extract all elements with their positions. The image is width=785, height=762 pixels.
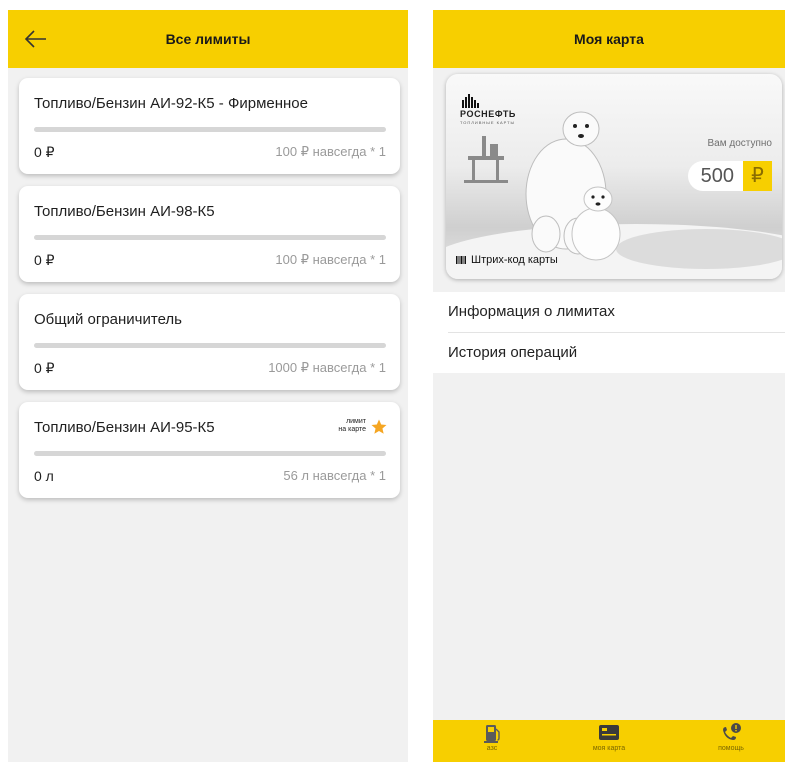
nav-item-my-card[interactable]: моя карта xyxy=(564,722,654,752)
card-icon xyxy=(599,725,619,740)
card-menu: Информация о лимитах История операций xyxy=(433,292,785,373)
rosneft-logo-icon xyxy=(462,94,479,108)
nav-label: моя карта xyxy=(592,745,626,752)
back-arrow-icon[interactable] xyxy=(22,25,50,53)
badge-line-1: лимит xyxy=(346,418,366,425)
page-title: Все лимиты xyxy=(165,31,251,47)
brand-subtitle: ТОПЛИВНЫЕ КАРТЫ xyxy=(460,120,516,125)
limit-card[interactable]: Топливо/Бензин АИ-98-К5 0 ₽ 100 ₽ навсег… xyxy=(19,186,400,282)
limit-used: 0 ₽ xyxy=(34,144,55,160)
bottom-navigation: азс моя карта помощь xyxy=(433,720,785,762)
balance-amount: 500 xyxy=(687,161,743,191)
limit-name: Топливо/Бензин АИ-95-К5 xyxy=(34,419,215,436)
limit-used: 0 л xyxy=(34,468,54,484)
nav-label: азс xyxy=(486,745,498,752)
limit-card[interactable]: Топливо/Бензин АИ-95-К5 лимит на карте 0… xyxy=(19,402,400,498)
limit-name: Топливо/Бензин АИ-98-К5 xyxy=(34,203,215,220)
my-card-screen: Моя карта РОСНЕФТЬ ТОПЛИВНЫЕ КАРТЫ Вам д… xyxy=(433,10,785,762)
limit-progress-bar xyxy=(34,127,386,132)
limit-name: Топливо/Бензин АИ-92-К5 - Фирменное xyxy=(34,95,308,112)
barcode-button[interactable]: Штрих-код карты xyxy=(456,254,558,266)
brand-name: РОСНЕФТЬ xyxy=(460,109,516,119)
top-app-bar: Моя карта xyxy=(433,10,785,68)
limit-total: 100 ₽ навсегда * 1 xyxy=(275,252,386,267)
limit-used: 0 ₽ xyxy=(34,252,55,268)
limit-total: 100 ₽ навсегда * 1 xyxy=(275,144,386,159)
top-app-bar: Все лимиты xyxy=(8,10,408,68)
limit-total: 1000 ₽ навсегда * 1 xyxy=(268,360,386,375)
limit-used: 0 ₽ xyxy=(34,360,55,376)
limit-card[interactable]: Общий ограничитель 0 ₽ 1000 ₽ навсегда *… xyxy=(19,294,400,390)
limit-total: 56 л навсегда * 1 xyxy=(283,468,386,483)
fuel-card[interactable]: РОСНЕФТЬ ТОПЛИВНЫЕ КАРТЫ Вам доступно 50… xyxy=(446,74,782,279)
menu-item-limits-info[interactable]: Информация о лимитах xyxy=(433,292,785,332)
nav-label: помощь xyxy=(718,745,744,752)
limit-progress-bar xyxy=(34,235,386,240)
limit-progress-bar xyxy=(34,451,386,456)
star-icon xyxy=(371,419,387,434)
page-title: Моя карта xyxy=(574,31,644,47)
all-limits-screen: Все лимиты Топливо/Бензин АИ-92-К5 - Фир… xyxy=(8,10,408,762)
limit-progress-bar xyxy=(34,343,386,348)
available-label: Вам доступно xyxy=(707,138,772,149)
balance-box: 500 ₽ xyxy=(687,161,772,191)
nav-item-gas-stations[interactable]: азс xyxy=(447,722,537,752)
card-limit-badge: лимит на карте xyxy=(338,418,366,434)
currency-symbol: ₽ xyxy=(743,161,772,191)
limit-card[interactable]: Топливо/Бензин АИ-92-К5 - Фирменное 0 ₽ … xyxy=(19,78,400,174)
barcode-icon xyxy=(456,256,466,264)
barcode-label: Штрих-код карты xyxy=(471,254,558,266)
badge-line-2: на карте xyxy=(338,426,366,433)
fuel-pump-icon xyxy=(484,725,500,743)
menu-item-operations-history[interactable]: История операций xyxy=(433,333,785,373)
limit-name: Общий ограничитель xyxy=(34,311,182,328)
phone-help-icon xyxy=(723,723,741,740)
nav-item-help[interactable]: помощь xyxy=(686,722,776,752)
